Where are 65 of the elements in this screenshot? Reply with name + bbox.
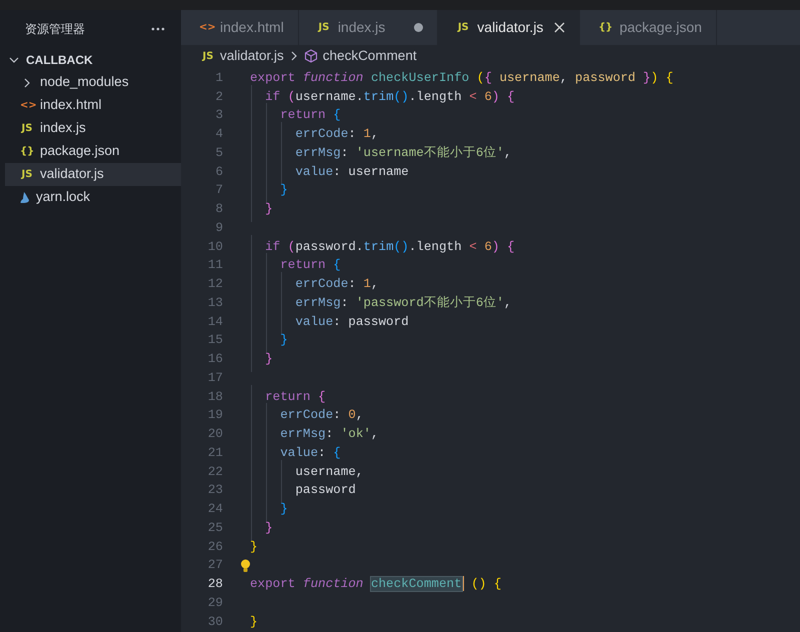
file-item[interactable]: node_modules xyxy=(0,71,181,94)
lightbulb-icon[interactable] xyxy=(240,558,251,573)
line-number: 1 xyxy=(214,70,223,87)
html-file-icon: <> xyxy=(20,98,34,113)
line-number: 16 xyxy=(206,351,223,368)
code-line: } xyxy=(250,350,273,370)
js-file-icon: JS xyxy=(456,20,470,35)
line-number: 6 xyxy=(214,164,223,181)
json-file-icon: {} xyxy=(598,20,612,35)
js-file-icon: JS xyxy=(20,167,34,182)
cube-icon xyxy=(304,49,318,63)
line-number: 11 xyxy=(206,257,223,274)
folder-name: CALLBACK xyxy=(26,52,93,68)
line-number: 20 xyxy=(206,426,223,444)
editor-tab[interactable]: JS validator.js xyxy=(438,10,580,45)
line-number: 8 xyxy=(214,201,223,218)
line-number: 7 xyxy=(214,182,223,200)
line-number: 14 xyxy=(206,314,223,331)
js-file-icon: JS xyxy=(20,121,34,136)
line-number: 19 xyxy=(206,407,223,424)
file-item[interactable]: <> index.html xyxy=(0,94,181,117)
line-number: 17 xyxy=(206,370,223,387)
line-number: 22 xyxy=(206,464,223,481)
line-number: 26 xyxy=(206,538,223,556)
code-line: export function checkComment () { xyxy=(250,575,502,594)
line-number: 12 xyxy=(206,276,223,294)
line-number: 3 xyxy=(214,107,223,124)
line-number: 23 xyxy=(206,482,223,500)
file-item[interactable]: yarn.lock xyxy=(0,186,181,209)
text-cursor xyxy=(462,576,464,592)
line-number: 10 xyxy=(206,238,223,256)
js-file-icon: JS xyxy=(316,20,331,35)
line-number: 5 xyxy=(214,144,223,162)
line-number: 29 xyxy=(206,594,223,612)
line-number: 28 xyxy=(206,576,223,594)
js-file-icon: JS xyxy=(201,48,215,64)
html-file-icon: <> xyxy=(199,20,213,35)
code-line: } xyxy=(250,518,273,538)
line-number: 13 xyxy=(206,294,223,312)
chevron-right-icon xyxy=(288,50,299,62)
code-line: } xyxy=(250,538,258,556)
file-item[interactable]: JS index.js xyxy=(0,117,181,140)
line-number: 24 xyxy=(206,501,223,518)
unsaved-dot xyxy=(414,23,424,32)
line-number: 18 xyxy=(206,388,223,406)
line-number: 25 xyxy=(206,520,223,537)
line-number: 27 xyxy=(206,557,223,574)
line-number: 15 xyxy=(206,332,223,350)
code-line: } xyxy=(250,200,273,220)
file-item[interactable]: JS validator.js xyxy=(5,163,181,186)
code-line: } xyxy=(250,614,258,631)
file-item[interactable]: {} package.json xyxy=(0,140,181,163)
json-file-icon: {} xyxy=(20,144,34,159)
breadcrumb-item[interactable]: validator.js xyxy=(220,46,284,66)
line-number: 2 xyxy=(214,88,223,106)
sidebar-title: 资源管理器 xyxy=(25,21,85,38)
line-number: 21 xyxy=(206,444,223,462)
code-line: export function checkUserInfo ({ username, password }) { xyxy=(250,70,674,87)
breadcrumb-item[interactable]: checkComment xyxy=(322,46,417,66)
close-icon[interactable] xyxy=(554,22,566,33)
line-number: 4 xyxy=(214,126,223,144)
more-icon[interactable] xyxy=(151,27,165,31)
yarn-icon xyxy=(20,191,30,204)
line-number: 30 xyxy=(206,614,223,631)
line-number: 9 xyxy=(214,220,223,237)
